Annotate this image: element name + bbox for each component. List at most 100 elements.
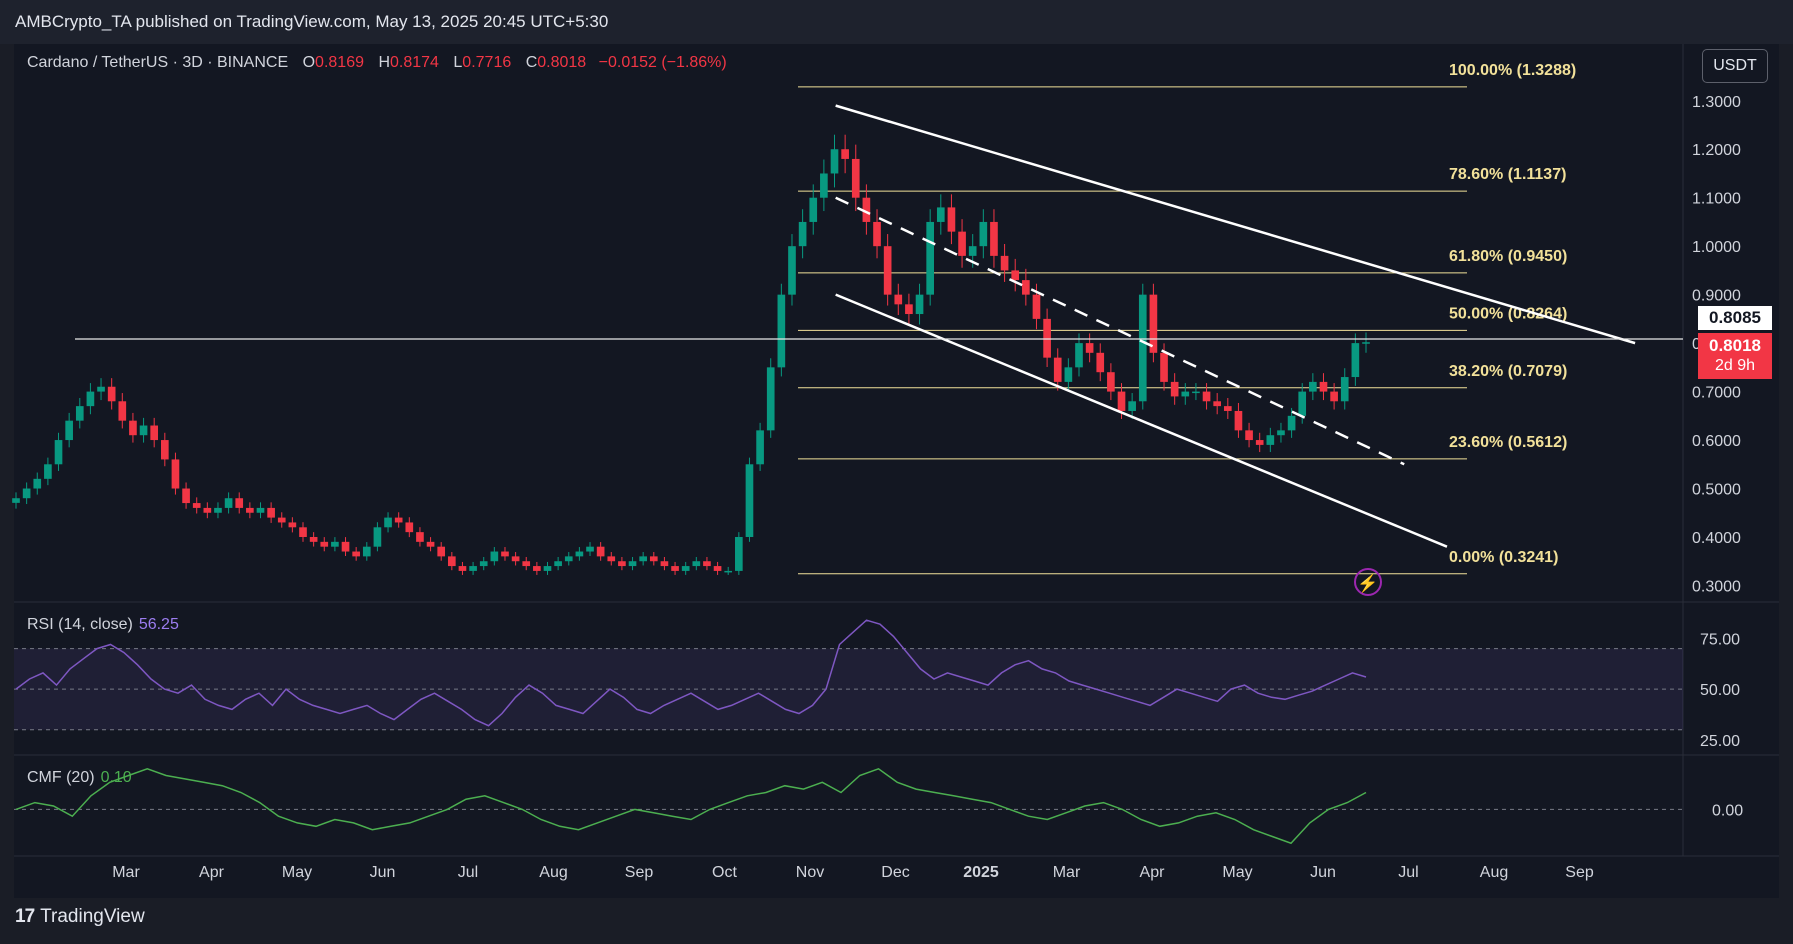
candle-body <box>575 551 584 557</box>
candle-body <box>522 561 531 567</box>
candle-body <box>320 541 329 547</box>
cmf-legend[interactable]: CMF (20) 0.10 <box>27 769 132 787</box>
fib-level-label: 23.60% (0.5612) <box>1449 434 1567 451</box>
candle-body <box>214 507 222 513</box>
candle-body <box>1362 342 1370 344</box>
tradingview-logo-icon: 17 <box>15 906 35 927</box>
candle-body <box>160 440 169 460</box>
candle-body <box>203 507 212 513</box>
price-tick-label: 0.9000 <box>1692 288 1741 305</box>
currency-button[interactable]: USDT <box>1702 49 1768 83</box>
candle-body <box>1181 391 1190 397</box>
time-tick-label: Sep <box>1565 864 1594 881</box>
change-value: −0.0152 (−1.86%) <box>598 54 727 71</box>
candle-body <box>990 221 998 256</box>
candle-body <box>479 561 488 567</box>
candle-body <box>1032 294 1041 319</box>
candle-body <box>1075 343 1083 368</box>
symbol-legend[interactable]: Cardano / TetherUS · 3D · BINANCE O0.816… <box>27 54 727 72</box>
candle-body <box>1213 401 1222 407</box>
candle-body <box>458 566 467 571</box>
time-tick-label: May <box>282 864 312 881</box>
candle-body <box>150 425 159 441</box>
candle-body <box>54 440 63 465</box>
time-tick-label: Oct <box>712 864 737 881</box>
time-tick-label: Jun <box>1310 864 1336 881</box>
candle-body <box>139 425 148 436</box>
candle-body <box>564 556 573 562</box>
candle-body <box>171 459 180 489</box>
candle-body <box>692 561 701 567</box>
high-label: H <box>378 54 390 71</box>
lightning-bolt-icon[interactable]: ⚡ <box>1354 568 1382 596</box>
candle-body <box>129 420 137 436</box>
chart-canvas[interactable]: 100.00% (1.3288) 78.60% (1.1137) 61.80% (0… <box>0 0 1793 944</box>
fib-level-label: 100.00% (1.3288) <box>1449 62 1576 79</box>
candle-body <box>820 173 828 198</box>
low-value: 0.7716 <box>462 54 512 71</box>
fib-levels: 100.00% (1.3288) 78.60% (1.1137) 61.80% (0… <box>798 62 1576 575</box>
candle-body <box>703 561 711 567</box>
price-tick-label: 0.4000 <box>1692 530 1741 547</box>
time-tick-label: Dec <box>881 864 909 881</box>
candle-body <box>713 566 722 571</box>
time-axis: Mar Apr May Jun Jul Aug Sep Oct Nov Dec 2025 Mar Apr… <box>112 864 1594 881</box>
time-tick-label: Aug <box>539 864 567 881</box>
time-tick-label: Jul <box>458 864 478 881</box>
candle-body <box>649 556 658 562</box>
price-tick-label: 1.1000 <box>1692 191 1741 208</box>
candle-body <box>235 498 244 508</box>
candle-body <box>192 503 201 508</box>
candle-body <box>756 430 764 465</box>
time-tick-label: May <box>1222 864 1252 881</box>
candle-body <box>671 566 679 571</box>
candle-body <box>267 507 275 518</box>
candle-body <box>883 246 892 295</box>
price-tick-label: 0.6000 <box>1692 433 1741 450</box>
candle-body <box>947 207 956 232</box>
candle-body <box>86 391 95 407</box>
fib-level-label: 50.00% (0.8264) <box>1449 305 1567 322</box>
candle-body <box>1330 391 1338 402</box>
candle-body <box>97 386 105 392</box>
candle-body <box>905 304 913 315</box>
candle-body <box>1085 343 1094 353</box>
candle-body <box>394 517 403 523</box>
time-tick-label: Jun <box>370 864 396 881</box>
candle-body <box>841 149 849 159</box>
candle-body <box>384 517 392 528</box>
time-tick-label: Nov <box>796 864 824 881</box>
cmf-line <box>15 767 1367 845</box>
symbol-name[interactable]: Cardano / TetherUS · 3D · BINANCE <box>27 54 288 71</box>
candle-body <box>1170 381 1179 397</box>
brand-footer[interactable]: 17 TradingView <box>15 906 145 928</box>
candle-body <box>426 541 435 547</box>
time-tick-label: Mar <box>112 864 140 881</box>
price-tick-label: 1.3000 <box>1692 94 1741 111</box>
candle-body <box>1096 352 1105 373</box>
candle-body <box>352 551 360 557</box>
rsi-tick-label: 50.00 <box>1700 682 1740 699</box>
rsi-legend[interactable]: RSI (14, close) 56.25 <box>27 616 179 634</box>
candle-body <box>288 522 297 528</box>
candle-body <box>373 527 382 547</box>
close-value: 0.8018 <box>537 54 587 71</box>
candle-body <box>618 561 626 567</box>
candle-body <box>1053 357 1062 382</box>
candle-body <box>607 556 616 562</box>
price-tick-label: 0.7000 <box>1692 385 1741 402</box>
open-label: O <box>302 54 316 71</box>
fib-level-label: 61.80% (0.9450) <box>1449 248 1567 265</box>
candle-body <box>958 231 966 256</box>
candle-body <box>968 246 977 256</box>
candle-body <box>12 498 20 503</box>
rsi-pane: 75.00 50.00 25.00 <box>14 619 1740 750</box>
candle-body <box>851 158 860 198</box>
brand-name: TradingView <box>40 906 145 927</box>
candle-body <box>22 488 31 499</box>
candle-body <box>33 478 42 489</box>
price-tick-label: 0.3000 <box>1692 578 1741 595</box>
candle-body <box>1117 391 1126 411</box>
candle-body <box>745 464 754 537</box>
candle-body <box>448 556 456 567</box>
